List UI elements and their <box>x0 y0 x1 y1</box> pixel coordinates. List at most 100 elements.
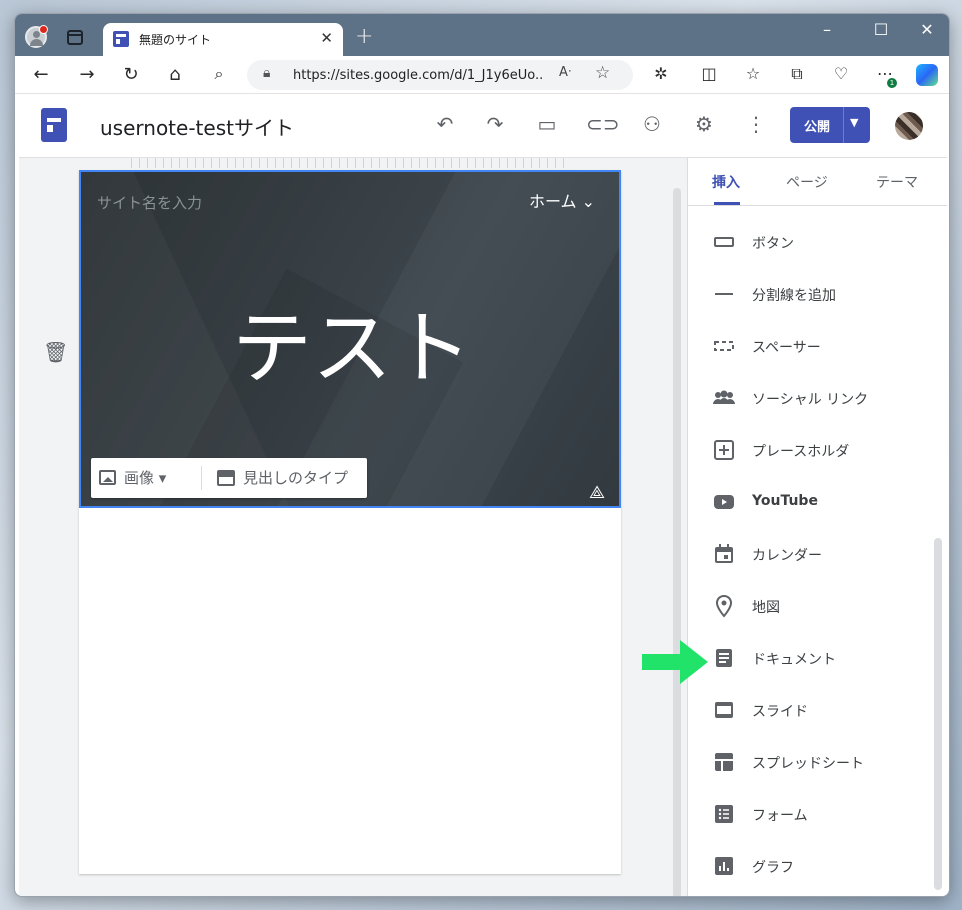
list-item-label: プレースホルダ <box>752 444 850 460</box>
list-item-youtube[interactable]: YouTube <box>688 478 947 530</box>
list-item-docs[interactable]: ドキュメント <box>688 634 947 686</box>
list-item-label: 分割線を追加 <box>752 288 836 304</box>
address-bar[interactable]: 🔒︎ Aᐧ ☆ <box>247 60 633 90</box>
sheets-icon <box>715 753 733 771</box>
list-item-spacer[interactable]: スペーサー <box>688 322 947 374</box>
tab-title: 無題のサイト <box>139 33 212 47</box>
tab-close-icon[interactable]: ✕ <box>320 29 333 47</box>
list-item-label: カレンダー <box>752 548 822 564</box>
insert-panel: 挿入 ページ テーマ ボタン 分割線を追加 スペーサー ソーシャル リンク プレ… <box>687 158 947 896</box>
trash-icon[interactable]: 🗑︎ <box>43 340 68 364</box>
social-links-icon <box>713 390 735 404</box>
close-window-button[interactable]: ✕ <box>912 20 942 39</box>
list-item-forms[interactable]: フォーム <box>688 790 947 842</box>
youtube-icon <box>714 495 734 509</box>
list-item-label: ソーシャル リンク <box>752 392 869 408</box>
home-nav-dropdown[interactable]: ホーム ⌄ <box>529 188 595 212</box>
publish-button[interactable]: 公開 ▼ <box>790 107 870 143</box>
page-canvas[interactable]: サイト名を入力 ホーム ⌄ テスト 画像 ▾ 見出しのタイプ ⟁ <box>79 170 621 874</box>
header-type-icon <box>217 470 235 486</box>
list-item-divider[interactable]: 分割線を追加 <box>688 270 947 322</box>
list-item-slides[interactable]: スライド <box>688 686 947 738</box>
split-screen-icon[interactable]: ◫ <box>697 64 721 83</box>
ruler <box>131 158 569 168</box>
editor-scrollbar[interactable] <box>673 188 681 896</box>
read-aloud-icon[interactable]: Aᐧ <box>559 65 571 80</box>
header-toolbar: 画像 ▾ 見出しのタイプ <box>91 458 367 498</box>
list-item-placeholder[interactable]: プレースホルダ <box>688 426 947 478</box>
slides-icon <box>715 702 733 718</box>
maximize-button[interactable]: ☐ <box>866 20 896 39</box>
settings-gear-icon[interactable]: ⚙ <box>690 112 718 136</box>
new-tab-button[interactable]: + <box>355 24 373 49</box>
home-icon[interactable]: ⌂ <box>163 64 187 85</box>
list-item-label: ボタン <box>752 236 794 252</box>
list-item-map[interactable]: 地図 <box>688 582 947 634</box>
list-item-label: 地図 <box>752 600 780 616</box>
calendar-icon <box>715 544 733 563</box>
favorite-star-icon[interactable]: ☆ <box>595 63 610 83</box>
placeholder-icon <box>714 440 734 460</box>
docs-icon <box>716 649 732 667</box>
url-input[interactable] <box>293 65 543 85</box>
active-tab-indicator <box>714 202 740 205</box>
forms-icon <box>715 805 733 823</box>
browser-tab[interactable]: 無題のサイト ✕ <box>103 23 343 56</box>
browser-window: 無題のサイト ✕ + – ☐ ✕ ← → ↻ ⌂ ⌕ 🔒︎ Aᐧ ☆ ✲ ◫ ☆… <box>14 13 950 897</box>
list-item-calendar[interactable]: カレンダー <box>688 530 947 582</box>
redo-icon[interactable]: ↷ <box>481 112 509 136</box>
header-type-button[interactable]: 見出しのタイプ <box>217 467 348 488</box>
divider-icon <box>715 293 733 295</box>
preview-devices-icon[interactable]: ▭ <box>533 112 561 136</box>
panel-scrollbar[interactable] <box>934 538 942 890</box>
editor-area: 🗑︎ サイト名を入力 ホーム ⌄ テスト 画像 ▾ 見出しのタイプ ⟁ <box>19 158 687 896</box>
reload-icon[interactable]: ↻ <box>119 64 143 85</box>
forward-icon[interactable]: → <box>75 64 99 85</box>
lock-icon[interactable]: 🔒︎ <box>263 65 270 81</box>
site-name[interactable]: usernote-testサイト <box>100 112 294 141</box>
image-icon <box>99 470 116 485</box>
header-type-label: 見出しのタイプ <box>243 469 349 487</box>
tab-themes[interactable]: テーマ <box>876 172 918 192</box>
publish-label: 公開 <box>804 120 831 135</box>
list-item-sheets[interactable]: スプレッドシート <box>688 738 947 790</box>
list-item-social-links[interactable]: ソーシャル リンク <box>688 374 947 426</box>
image-button[interactable]: 画像 ▾ <box>99 467 166 488</box>
title-bar: 無題のサイト ✕ + – ☐ ✕ <box>15 14 949 56</box>
tab-insert[interactable]: 挿入 <box>712 172 740 192</box>
google-sites-logo-icon[interactable] <box>41 108 67 142</box>
header-section[interactable]: サイト名を入力 ホーム ⌄ テスト 画像 ▾ 見出しのタイプ ⟁ <box>79 170 621 508</box>
image-label: 画像 ▾ <box>124 469 167 487</box>
avatar[interactable] <box>895 112 923 140</box>
undo-icon[interactable]: ↶ <box>431 112 459 136</box>
list-item-label: スライド <box>752 704 808 720</box>
green-arrow-annotation-icon <box>642 640 708 684</box>
favorites-icon[interactable]: ☆ <box>741 64 765 83</box>
site-title-input[interactable]: サイト名を入力 <box>97 192 202 213</box>
share-user-icon[interactable]: ⚇ <box>638 112 666 136</box>
copilot-icon[interactable] <box>916 64 938 86</box>
list-item-label: ドキュメント <box>752 652 836 668</box>
list-item-chart[interactable]: グラフ <box>688 842 947 894</box>
button-icon <box>714 237 734 247</box>
publish-divider <box>843 107 844 143</box>
more-vert-icon[interactable]: ⋮ <box>742 112 770 136</box>
publish-dropdown-icon[interactable]: ▼ <box>850 116 858 129</box>
address-toolbar: ← → ↻ ⌂ ⌕ 🔒︎ Aᐧ ☆ ✲ ◫ ☆ ⧉ ♡ ⋯ 1 <box>15 56 949 94</box>
shapes-icon[interactable]: ⟁ <box>589 482 605 503</box>
browser-essentials-icon[interactable]: ♡ <box>829 64 853 83</box>
tab-pages[interactable]: ページ <box>786 172 828 192</box>
tab-actions-icon[interactable] <box>67 30 83 45</box>
profile-icon[interactable] <box>25 25 48 48</box>
sites-favicon-icon <box>113 31 129 47</box>
extensions-icon[interactable]: ✲ <box>649 64 673 83</box>
back-icon[interactable]: ← <box>29 64 53 85</box>
list-item-button[interactable]: ボタン <box>688 218 947 270</box>
copy-link-icon[interactable]: ⊂⊃ <box>586 112 620 136</box>
sites-header: usernote-testサイト ↶ ↷ ▭ ⊂⊃ ⚇ ⚙ ⋮ 公開 ▼ <box>19 94 947 158</box>
page-title[interactable]: テスト <box>81 284 619 400</box>
minimize-button[interactable]: – <box>812 20 842 39</box>
collections-icon[interactable]: ⧉ <box>785 64 809 84</box>
panel-tabs: 挿入 ページ テーマ <box>688 158 947 206</box>
search-icon[interactable]: ⌕ <box>207 64 231 84</box>
